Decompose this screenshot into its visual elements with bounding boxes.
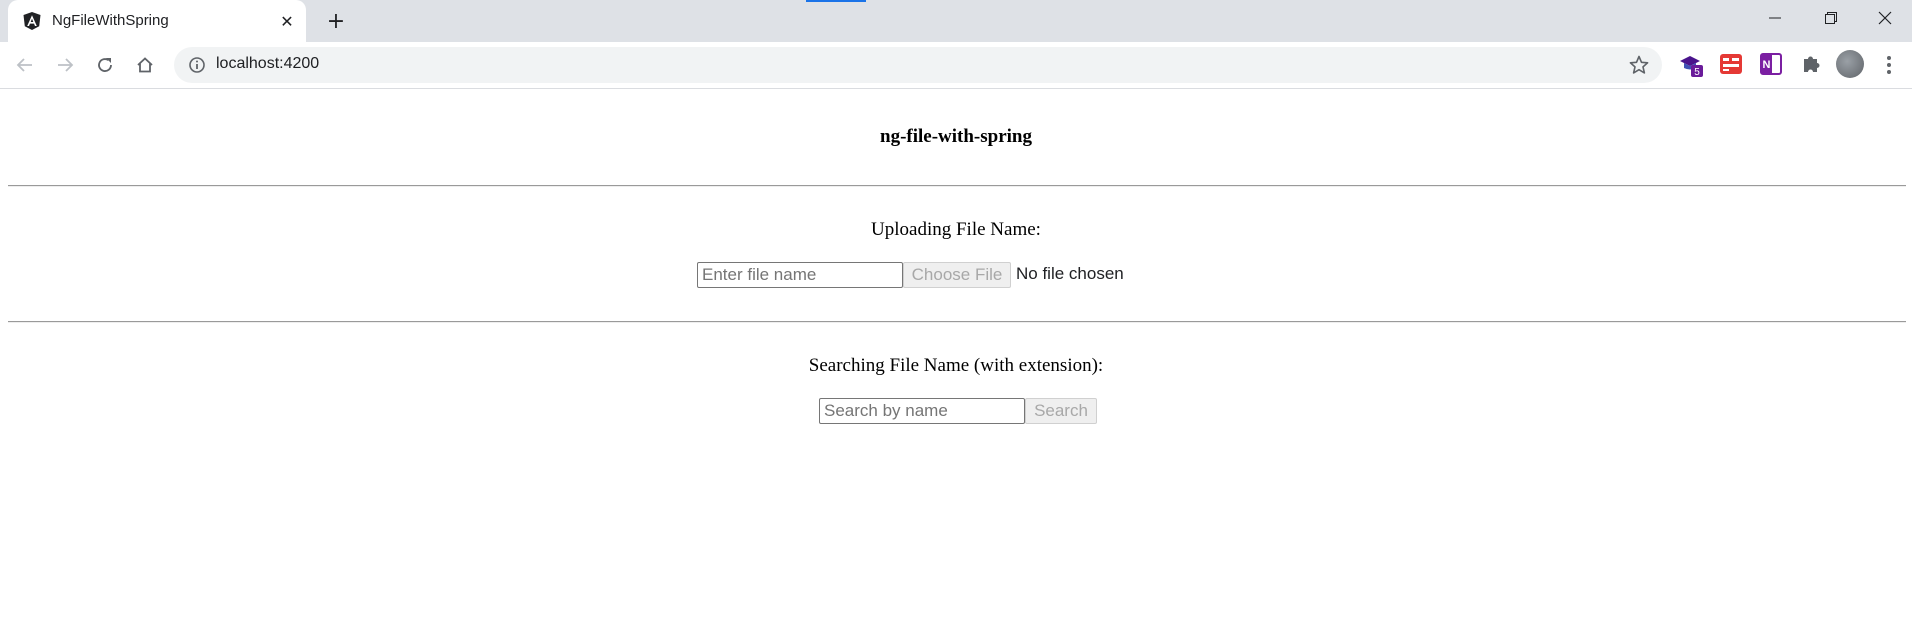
graduation-cap-icon[interactable]: 5 <box>1678 51 1704 78</box>
divider <box>8 185 1906 187</box>
upload-label: Uploading File Name: <box>871 219 1041 240</box>
page-title: ng-file-with-spring <box>880 126 1032 147</box>
angular-icon <box>22 11 42 31</box>
info-icon[interactable] <box>188 56 206 74</box>
svg-text:5: 5 <box>1694 67 1700 77</box>
search-label: Searching File Name (with extension): <box>808 355 1104 376</box>
choose-file-button[interactable]: Choose File <box>903 262 1011 288</box>
svg-text:N: N <box>1763 59 1771 71</box>
back-icon[interactable] <box>10 50 40 80</box>
search-button[interactable]: Search <box>1025 398 1097 424</box>
close-window-icon[interactable] <box>1858 0 1912 36</box>
restore-icon[interactable] <box>1804 0 1858 36</box>
tab-title: NgFileWithSpring <box>52 12 169 29</box>
search-input[interactable] <box>819 398 1025 424</box>
tab-strip-accent <box>806 0 866 2</box>
bookmark-star-icon[interactable] <box>1628 54 1650 76</box>
file-name-input[interactable] <box>697 262 903 288</box>
divider <box>8 321 1906 323</box>
forward-icon[interactable] <box>50 50 80 80</box>
puzzle-icon[interactable] <box>1798 51 1824 77</box>
file-status: No file chosen <box>1016 264 1124 283</box>
url-text[interactable]: localhost:4200 <box>216 55 319 73</box>
browser-tab[interactable]: NgFileWithSpring ✕ <box>8 0 306 42</box>
tab-strip: NgFileWithSpring ✕ + <box>0 0 1912 42</box>
onenote-icon[interactable]: N <box>1758 51 1784 77</box>
red-extension-icon[interactable] <box>1718 51 1744 77</box>
avatar[interactable] <box>1836 50 1864 78</box>
address-bar[interactable]: localhost:4200 <box>174 47 1662 83</box>
new-tab-button[interactable]: + <box>322 8 350 34</box>
minimize-icon[interactable] <box>1748 0 1802 36</box>
reload-icon[interactable] <box>90 50 120 80</box>
tab-close-icon[interactable]: ✕ <box>274 8 300 34</box>
home-icon[interactable] <box>130 50 160 80</box>
browser-toolbar: localhost:4200 5 N <box>0 42 1912 89</box>
menu-icon[interactable] <box>1876 51 1902 79</box>
